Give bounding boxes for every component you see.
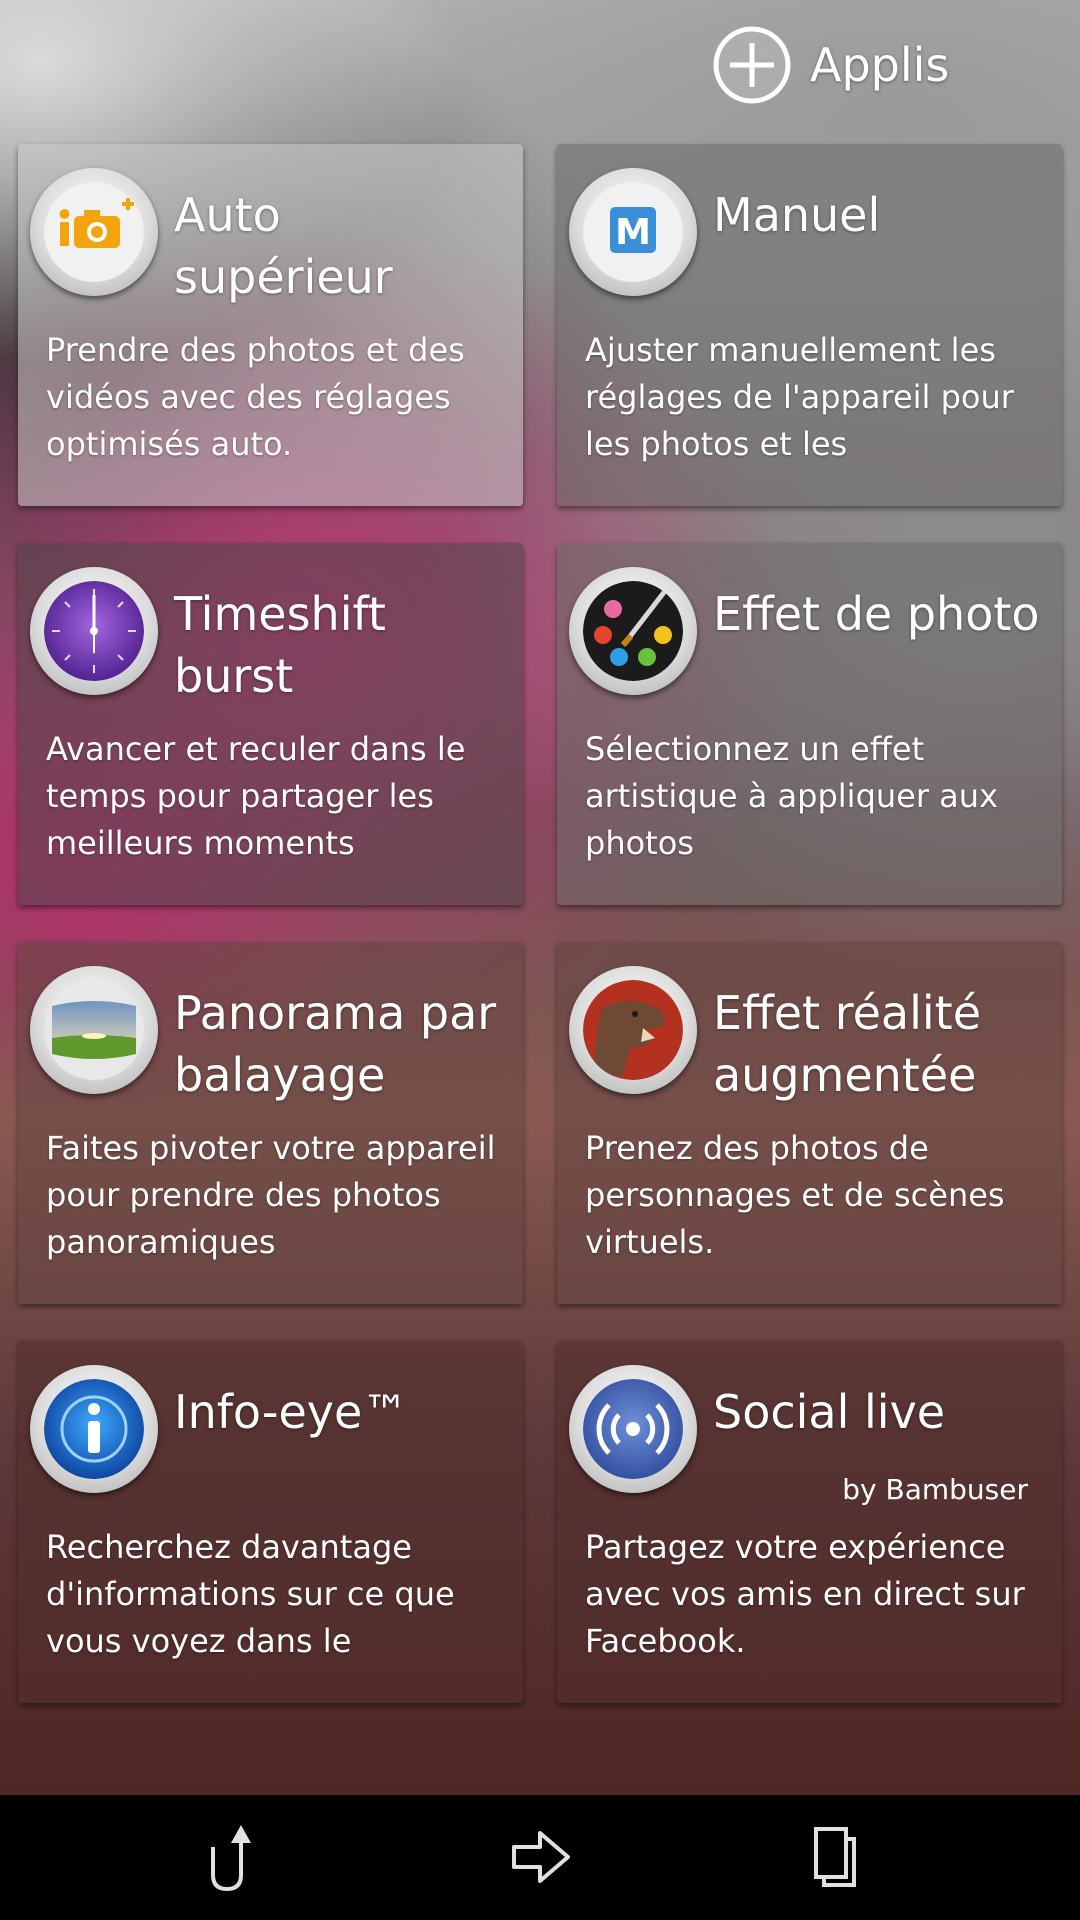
manual-icon: M — [569, 168, 697, 296]
tile-title: Effet de photo — [713, 587, 1040, 641]
mode-tile-ar-effect[interactable]: Effet réalité augmentée Prenez des photo… — [557, 942, 1062, 1304]
tile-description: Prendre des photos et des vidéos avec de… — [46, 331, 465, 463]
add-circle-icon — [713, 26, 791, 104]
back-icon[interactable] — [195, 1817, 275, 1897]
tile-description: Prenez des photos de personnages et de s… — [585, 1129, 1005, 1261]
navigation-bar — [0, 1795, 1080, 1920]
add-apps-label: Applis — [810, 38, 950, 92]
recent-apps-icon[interactable] — [792, 1817, 872, 1897]
tile-description: Sélectionnez un effet artistique à appli… — [585, 730, 998, 862]
clock-icon — [30, 567, 158, 695]
tile-title: Auto supérieur — [174, 188, 393, 304]
tile-title: Info-eye™ — [174, 1385, 409, 1439]
info-icon — [30, 1365, 158, 1493]
add-apps-button[interactable]: Applis — [712, 22, 949, 108]
tile-subtitle: by Bambuser — [842, 1473, 1028, 1506]
mode-tile-social-live[interactable]: Social live by Bambuser Partagez votre e… — [557, 1341, 1062, 1703]
mode-tile-sweep-panorama[interactable]: Panorama par balayage Faites pivoter vot… — [18, 942, 523, 1304]
tile-description: Recherchez davantage d'informations sur … — [46, 1528, 455, 1660]
tile-title: Manuel — [713, 188, 881, 242]
svg-text:M: M — [615, 212, 651, 253]
superior-auto-icon — [30, 168, 158, 296]
mode-tile-timeshift-burst[interactable]: Timeshift burst Avancer et reculer dans … — [18, 543, 523, 905]
mode-tile-info-eye[interactable]: Info-eye™ Recherchez davantage d'informa… — [18, 1341, 523, 1703]
mode-tile-manual[interactable]: M Manuel Ajuster manuellement les réglag… — [557, 144, 1062, 506]
palette-icon — [569, 567, 697, 695]
broadcast-icon — [569, 1365, 697, 1493]
mode-tile-picture-effect[interactable]: Effet de photo Sélectionnez un effet art… — [557, 543, 1062, 905]
tile-title: Panorama par balayage — [174, 986, 497, 1102]
top-bar: Applis — [0, 0, 1080, 130]
dinosaur-icon — [569, 966, 697, 1094]
tile-description: Partagez votre expérience avec vos amis … — [585, 1528, 1025, 1660]
tile-description: Faites pivoter votre appareil pour prend… — [46, 1129, 496, 1261]
tile-title: Timeshift burst — [174, 587, 386, 703]
tile-title: Social live — [713, 1385, 946, 1439]
tile-description: Avancer et reculer dans le temps pour pa… — [46, 730, 466, 862]
panorama-icon — [30, 966, 158, 1094]
home-icon[interactable] — [500, 1817, 580, 1897]
mode-tile-superior-auto[interactable]: Auto supérieur Prendre des photos et des… — [18, 144, 523, 506]
tile-title: Effet réalité augmentée — [713, 986, 982, 1102]
tile-description: Ajuster manuellement les réglages de l'a… — [585, 331, 1014, 463]
